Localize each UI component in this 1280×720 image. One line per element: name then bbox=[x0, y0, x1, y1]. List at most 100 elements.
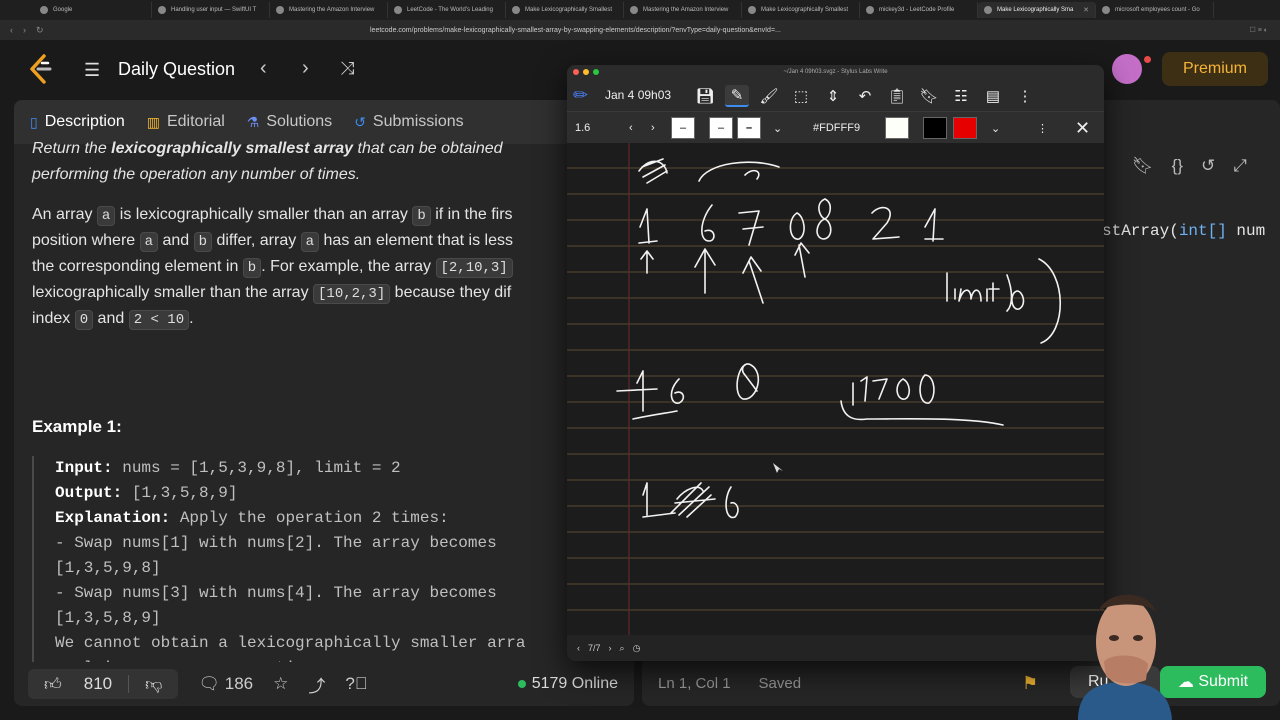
more-icon[interactable]: ⋮ bbox=[1037, 117, 1048, 139]
favicon-icon bbox=[748, 6, 756, 14]
drawing-canvas[interactable] bbox=[567, 143, 1104, 635]
browser-extensions-icon[interactable]: ☐ ≡ ◐ bbox=[1250, 26, 1268, 34]
layout-icon[interactable]: ▤ bbox=[981, 85, 1005, 107]
inline-code: a bbox=[96, 206, 116, 226]
favicon-icon bbox=[984, 6, 992, 14]
avatar[interactable] bbox=[1112, 54, 1142, 84]
close-icon[interactable]: ✕ bbox=[1075, 117, 1090, 139]
page-prev-icon[interactable]: ‹ bbox=[577, 643, 580, 653]
chevron-down-icon[interactable]: ⌄ bbox=[773, 117, 782, 139]
star-icon[interactable]: ☆ bbox=[273, 674, 288, 694]
daily-question-title[interactable]: Daily Question bbox=[118, 59, 235, 80]
close-window-icon[interactable] bbox=[573, 69, 579, 75]
tab-editorial[interactable]: ▥ Editorial bbox=[147, 113, 225, 131]
tab-solutions[interactable]: ⚗ Solutions bbox=[247, 113, 332, 131]
pen-size-medium[interactable]: – bbox=[709, 117, 733, 139]
tab-description[interactable]: ▯ Description bbox=[30, 113, 125, 131]
inline-code: 0 bbox=[74, 310, 94, 330]
clipboard-icon[interactable]: 📋︎ bbox=[885, 85, 909, 107]
like-button[interactable]: 👍︎ 810 bbox=[28, 674, 128, 695]
more-icon[interactable]: ⋮ bbox=[1013, 85, 1037, 107]
close-tab-icon[interactable]: ✕ bbox=[1083, 6, 1089, 14]
pen-size-large[interactable]: – bbox=[737, 117, 761, 139]
favicon-icon bbox=[630, 6, 638, 14]
favicon-icon bbox=[158, 6, 166, 14]
online-dot bbox=[517, 680, 526, 688]
document-name[interactable]: Jan 4 09h03 bbox=[605, 88, 671, 102]
premium-button[interactable]: Premium bbox=[1162, 52, 1268, 86]
chevron-right-icon[interactable]: › bbox=[651, 117, 655, 139]
share-icon[interactable]: ⤴ bbox=[308, 672, 325, 697]
browser-tab[interactable]: Handling user input — SwiftUI T bbox=[152, 2, 270, 18]
color-swatch-white[interactable] bbox=[885, 117, 909, 139]
dislike-button[interactable]: 👎︎ bbox=[129, 674, 178, 695]
pencil-logo-icon[interactable]: ✏ bbox=[573, 85, 593, 105]
url-field[interactable]: leetcode.com/problems/make-lexicographic… bbox=[370, 27, 781, 34]
window-controls bbox=[573, 69, 599, 75]
browser-tab[interactable]: Mastering the Amazon Interview bbox=[270, 2, 388, 18]
color-swatch-red[interactable] bbox=[953, 117, 977, 139]
comment-icon: 🗨︎ bbox=[198, 674, 220, 693]
highlighter-icon[interactable]: 🖌︎ bbox=[757, 85, 781, 107]
chevron-left-icon[interactable]: ‹ bbox=[629, 117, 633, 139]
pen-width-value[interactable]: 1.6 bbox=[575, 122, 590, 134]
clock-icon[interactable]: ◷ bbox=[633, 643, 641, 654]
browser-tab[interactable]: Mastering the Amazon Interview bbox=[624, 2, 742, 18]
browser-tab[interactable]: mickey3d - LeetCode Profile bbox=[860, 2, 978, 18]
chevron-right-icon[interactable]: › bbox=[302, 57, 309, 80]
forward-icon[interactable]: › bbox=[23, 25, 26, 36]
browser-tab[interactable]: microsoft employees count - Go bbox=[1096, 2, 1214, 18]
problem-content: Return the lexicographically smallest ar… bbox=[14, 136, 634, 681]
save-icon[interactable]: 💾︎ bbox=[693, 85, 717, 107]
browser-tab[interactable]: Make Lexicographically Smallest bbox=[506, 2, 624, 18]
pen-size-small[interactable]: – bbox=[671, 117, 695, 139]
history-icon: ↺ bbox=[354, 113, 366, 130]
favicon-icon bbox=[40, 6, 48, 14]
minimize-window-icon[interactable] bbox=[583, 69, 589, 75]
list-icon[interactable]: ☰ bbox=[84, 60, 100, 81]
expand-icon[interactable]: ⤢ bbox=[1233, 156, 1247, 176]
document-icon[interactable]: ☷ bbox=[949, 85, 973, 107]
inline-code: b bbox=[193, 232, 213, 252]
tab-submissions[interactable]: ↺ Submissions bbox=[354, 113, 463, 131]
page-next-icon[interactable]: › bbox=[609, 643, 612, 653]
favicon-icon bbox=[1102, 6, 1110, 14]
undo-icon[interactable]: ↶ bbox=[853, 85, 877, 107]
code-line[interactable]: stArray(int[] num bbox=[1102, 222, 1265, 240]
browser-tab[interactable]: Make Lexicographically Smallest bbox=[742, 2, 860, 18]
magic-wand-icon[interactable]: ⚑ bbox=[1022, 673, 1038, 694]
bookmark-icon[interactable]: 🔖︎ bbox=[1132, 156, 1154, 176]
reset-icon[interactable]: ↺ bbox=[1201, 156, 1215, 176]
browser-tab-active[interactable]: Make Lexicographically Sma ✕ bbox=[978, 2, 1096, 18]
bookmark-icon[interactable]: 🔖︎ bbox=[917, 85, 941, 107]
reload-icon[interactable]: ↻ bbox=[36, 25, 44, 36]
stylus-pen-toolbar: 1.6 ‹ › – – – ⌄ #FDFFF9 ⌄ ⋮ ✕ bbox=[567, 111, 1104, 143]
color-swatch-black[interactable] bbox=[923, 117, 947, 139]
comments-button[interactable]: 🗨︎ 186 bbox=[198, 674, 253, 694]
browser-nav: ‹ › ↻ bbox=[0, 25, 60, 36]
braces-icon[interactable]: {} bbox=[1172, 156, 1183, 176]
browser-tab[interactable]: LeetCode - The World's Leading bbox=[388, 2, 506, 18]
search-icon[interactable]: ⌕ bbox=[620, 643, 625, 654]
save-status: Saved bbox=[758, 674, 802, 692]
address-bar: ‹ › ↻ leetcode.com/problems/make-lexicogra… bbox=[0, 20, 1280, 40]
insert-space-icon[interactable]: ⇕ bbox=[821, 85, 845, 107]
thumbs-up-icon: 👍︎ bbox=[44, 674, 62, 694]
online-count: 5179 Online bbox=[517, 675, 618, 693]
chevron-left-icon[interactable]: ‹ bbox=[260, 57, 267, 80]
like-dislike-group: 👍︎ 810 👎︎ bbox=[28, 669, 179, 699]
pen-tool-icon[interactable]: ✎ bbox=[725, 85, 749, 107]
favicon-icon bbox=[276, 6, 284, 14]
maximize-window-icon[interactable] bbox=[593, 69, 599, 75]
leetcode-logo-icon[interactable] bbox=[28, 54, 54, 84]
chevron-down-icon[interactable]: ⌄ bbox=[991, 117, 1000, 139]
back-icon[interactable]: ‹ bbox=[10, 25, 13, 36]
browser-tab[interactable]: Google bbox=[34, 2, 152, 18]
favicon-icon bbox=[866, 6, 874, 14]
color-hex-field[interactable]: #FDFFF9 bbox=[813, 117, 860, 139]
stylus-title-bar: ~/Jan 4 09h03.svgz - Stylus Labs Write bbox=[567, 65, 1104, 79]
shuffle-icon[interactable]: ⤨ bbox=[340, 58, 354, 79]
help-icon[interactable]: ?⃝ bbox=[345, 674, 367, 694]
page-indicator: 7/7 bbox=[588, 643, 601, 653]
select-icon[interactable]: ⬚ bbox=[789, 85, 813, 107]
